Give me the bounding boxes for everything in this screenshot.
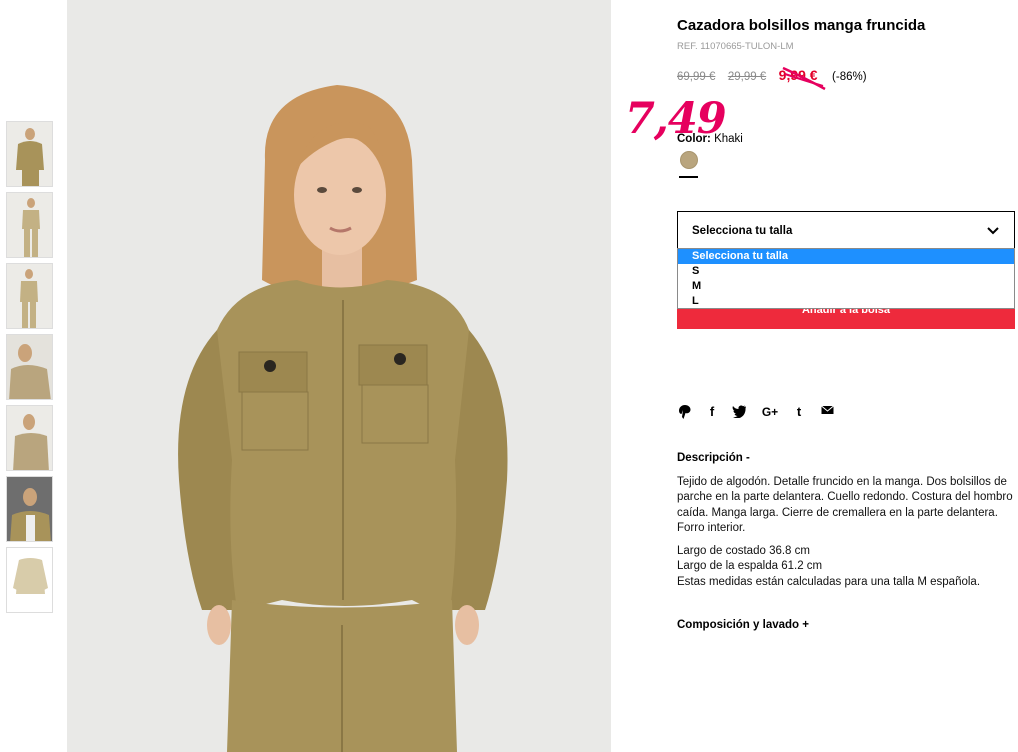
thumbnail-5[interactable]: [6, 405, 53, 471]
color-line: Color: Khaki: [677, 133, 743, 145]
product-title: Cazadora bolsillos manga fruncida: [677, 17, 926, 34]
price-row: 69,99 € 29,99 € 9,99 € (-86%): [677, 67, 867, 87]
composition-heading[interactable]: Composición y lavado +: [677, 619, 809, 631]
chevron-down-icon: [987, 227, 999, 235]
size-select[interactable]: Selecciona tu talla: [677, 211, 1015, 249]
thumbnail-4[interactable]: [6, 334, 53, 400]
discount-percent: (-86%): [832, 71, 867, 83]
handwritten-strikethrough: [782, 66, 826, 91]
product-ref: REF. 11070665-TULON-LM: [677, 41, 794, 52]
price-original: 69,99 €: [677, 71, 716, 83]
measurement-line: Largo de la espalda 61.2 cm: [677, 560, 823, 573]
size-dropdown-list: Selecciona tu talla S M L: [677, 248, 1015, 309]
color-value: Khaki: [714, 133, 743, 145]
thumbnail-6[interactable]: [6, 476, 53, 542]
description-text: Tejido de algodón. Detalle fruncido en l…: [677, 476, 1013, 534]
main-product-image: [67, 0, 611, 752]
price-previous: 29,99 €: [727, 71, 767, 83]
color-swatch-khaki[interactable]: [680, 151, 698, 169]
thumbnail-1[interactable]: [6, 121, 53, 187]
size-option[interactable]: Selecciona tu talla: [678, 249, 1014, 264]
google-plus-icon[interactable]: G+: [759, 404, 781, 420]
pinterest-icon[interactable]: [677, 404, 693, 420]
thumbnail-7[interactable]: [6, 547, 53, 613]
measurement-line: Largo de costado 36.8 cm: [677, 545, 810, 557]
twitter-icon[interactable]: [731, 404, 747, 420]
color-label: Color:: [677, 133, 711, 145]
size-option[interactable]: S: [678, 264, 1014, 279]
thumbnail-2[interactable]: [6, 192, 53, 258]
tumblr-icon[interactable]: t: [791, 404, 807, 420]
email-icon[interactable]: [819, 404, 835, 420]
size-select-label: Selecciona tu talla: [692, 225, 793, 237]
swatch-selected-indicator: [679, 176, 698, 178]
size-option[interactable]: M: [678, 279, 1014, 294]
size-option[interactable]: L: [678, 294, 1014, 309]
measurements: Largo de costado 36.8 cm Largo de la esp…: [677, 544, 1018, 590]
thumbnail-3[interactable]: [6, 263, 53, 329]
description-heading[interactable]: Descripción -: [677, 452, 750, 464]
measurement-line: Estas medidas están calculadas para una …: [677, 575, 981, 588]
facebook-icon[interactable]: f: [704, 404, 720, 420]
